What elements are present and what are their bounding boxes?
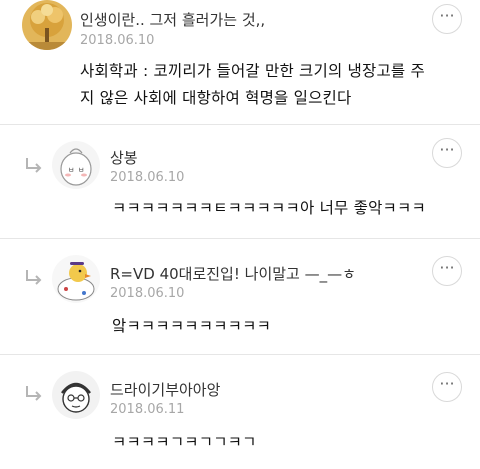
reply-arrow-icon (26, 270, 42, 285)
comment-author[interactable]: R=VD 40대로진입! 나이말고 —_—ㅎ (110, 263, 356, 284)
comment-body: ㅋㅋㅋㅋㅋㅋㅋㅌㅋㅋㅋㅋㅋ아 너무 좋악ㅋㅋㅋ (112, 199, 426, 217)
comment-date: 2018.06.10 (110, 170, 185, 185)
svg-text:ㅂ: ㅂ (68, 166, 74, 174)
comment-date: 2018.06.11 (110, 402, 185, 417)
comment-author[interactable]: 드라이기부아아앙 (110, 379, 220, 400)
avatar[interactable] (52, 371, 100, 419)
avatar[interactable] (22, 0, 72, 50)
comment-author[interactable]: 인생이란.. 그저 흘러가는 것,, (80, 9, 265, 30)
reply-arrow-icon (26, 386, 42, 401)
comment-body-line: 사회학과 : 코끼리가 들어갈 만한 크기의 냉장고를 주 (80, 62, 425, 80)
avatar-egg-icon: ㅂ ㅂ (52, 141, 100, 189)
reply-arrow-icon (26, 158, 42, 173)
reply-item: R=VD 40대로진입! 나이말고 —_—ㅎ 2018.06.10 ··· 앜ㅋ… (0, 239, 480, 354)
more-options-button[interactable]: ··· (432, 4, 462, 34)
avatar-duck-icon (52, 255, 100, 303)
comment-body: 앜ㅋㅋㅋㅋㅋㅋㅋㅋㅋㅋ (112, 317, 272, 335)
more-options-icon: ··· (439, 140, 455, 159)
avatar-tree-icon (22, 0, 72, 50)
more-options-button[interactable]: ··· (432, 138, 462, 168)
more-options-icon: ··· (439, 258, 455, 277)
avatar[interactable]: ㅂ ㅂ (52, 141, 100, 189)
reply-item: ㅂ ㅂ 상봉 2018.06.10 ··· ㅋㅋㅋㅋㅋㅋㅋㅌㅋㅋㅋㅋㅋ아 너무 … (0, 125, 480, 238)
comment-author[interactable]: 상봉 (110, 147, 138, 168)
comment-date: 2018.06.10 (80, 33, 155, 48)
avatar[interactable] (52, 255, 100, 303)
more-options-button[interactable]: ··· (432, 372, 462, 402)
more-options-button[interactable]: ··· (432, 256, 462, 286)
more-options-icon: ··· (439, 6, 455, 25)
comment-item: 인생이란.. 그저 흘러가는 것,, 2018.06.10 ··· 사회학과 :… (0, 0, 480, 125)
reply-item: 드라이기부아아앙 2018.06.11 ··· ㅋㅋㅋㅋㄱㅋㄱㄱㅋㄱ (0, 355, 480, 469)
svg-text:ㅂ: ㅂ (78, 166, 84, 174)
comment-body-line: 지 않은 사회에 대항하여 혁명을 일으킨다 (80, 89, 352, 107)
comment-date: 2018.06.10 (110, 286, 185, 301)
avatar-sketch-icon (52, 371, 100, 419)
more-options-icon: ··· (439, 374, 455, 393)
comment-body: ㅋㅋㅋㅋㄱㅋㄱㄱㅋㄱ (112, 433, 257, 451)
